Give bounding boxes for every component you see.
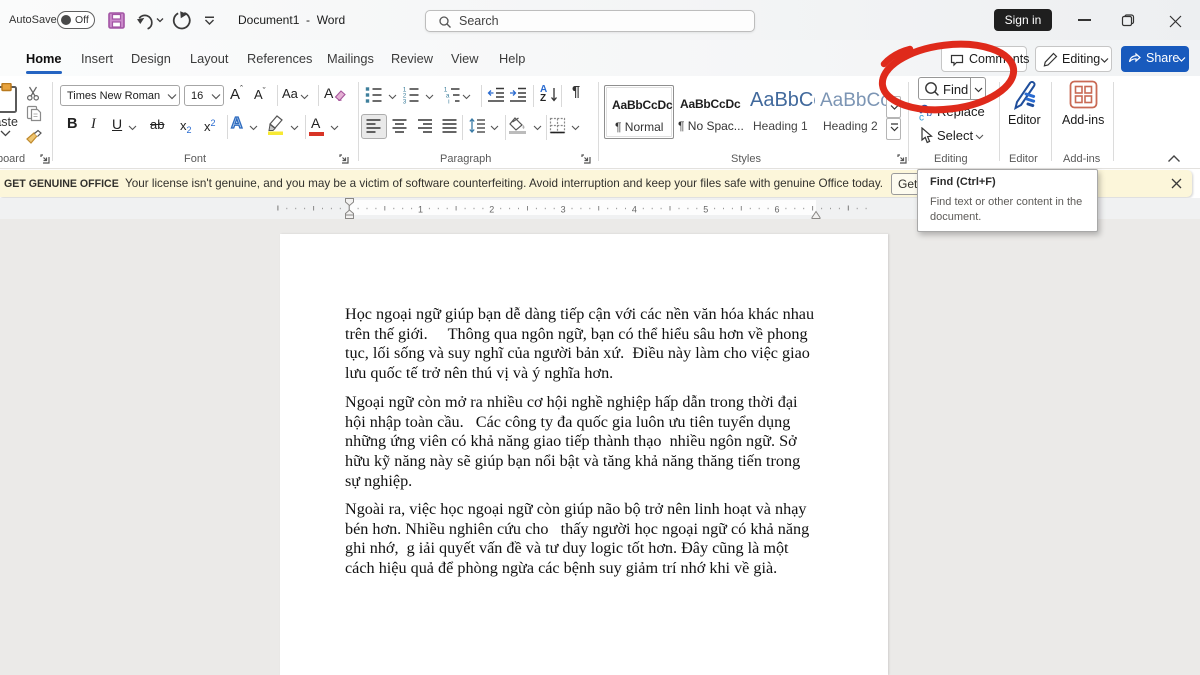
svg-text:1: 1 [418,205,423,215]
svg-text:4: 4 [632,205,637,215]
svg-text:c: c [919,113,924,123]
svg-text:5: 5 [703,205,708,215]
svg-text:i: i [448,99,449,104]
svg-text:2: 2 [489,205,494,215]
svg-text:b: b [927,108,933,119]
svg-text:3: 3 [403,99,407,104]
svg-text:3: 3 [561,205,566,215]
svg-text:6: 6 [774,205,779,215]
